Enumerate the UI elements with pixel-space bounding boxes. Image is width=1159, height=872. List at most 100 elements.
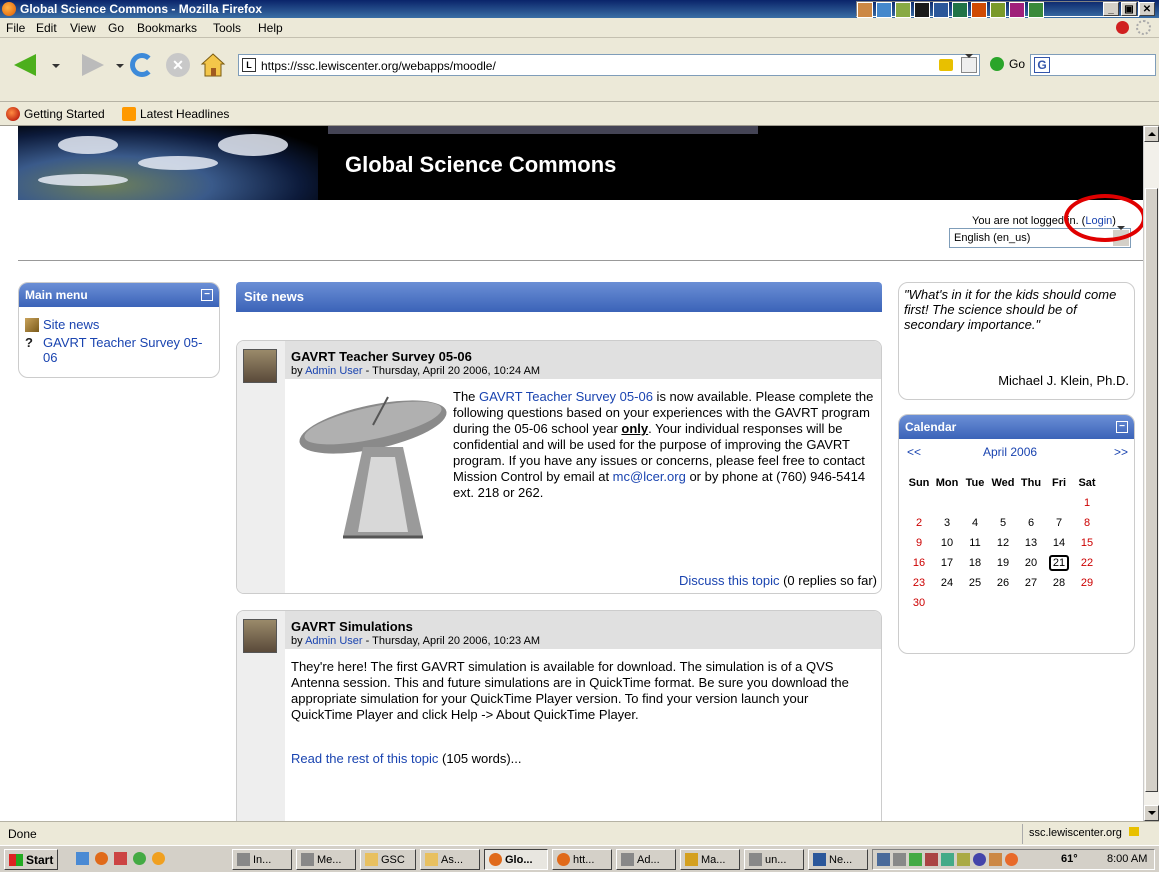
- tray-app-icon[interactable]: [973, 853, 986, 866]
- reload-icon[interactable]: [130, 53, 154, 77]
- network-icon[interactable]: [877, 853, 890, 866]
- prev-month-link[interactable]: <<: [907, 445, 921, 459]
- email-link[interactable]: mc@lcer.org: [613, 469, 686, 484]
- app-icon[interactable]: [895, 2, 911, 18]
- taskbar-button[interactable]: htt...: [552, 849, 612, 870]
- forward-dropdown-icon[interactable]: [116, 64, 124, 68]
- volume-icon[interactable]: [893, 853, 906, 866]
- menu-file[interactable]: File: [6, 21, 25, 35]
- menu-help[interactable]: Help: [258, 21, 283, 35]
- temperature-text[interactable]: 61°: [1061, 853, 1078, 865]
- author-link[interactable]: Admin User: [305, 365, 362, 377]
- forward-icon[interactable]: [82, 54, 104, 76]
- vertical-scrollbar[interactable]: [1143, 126, 1159, 821]
- tray-app-icon[interactable]: [989, 853, 1002, 866]
- next-month-link[interactable]: >>: [1114, 445, 1128, 459]
- read-more-link[interactable]: Read the rest of this topic: [291, 751, 438, 766]
- search-input[interactable]: G: [1030, 54, 1156, 76]
- month-link[interactable]: April 2006: [983, 445, 1037, 459]
- home-icon[interactable]: [200, 52, 226, 78]
- scroll-down-button[interactable]: [1144, 805, 1159, 821]
- calendar-day: 5: [989, 513, 1017, 533]
- calendar-day: 2: [905, 513, 933, 533]
- taskbar-button-active[interactable]: Glo...: [484, 849, 548, 870]
- start-button[interactable]: Start: [4, 849, 59, 870]
- app-icon[interactable]: [133, 852, 146, 865]
- minimize-button[interactable]: _: [1103, 2, 1119, 16]
- menu-item-label[interactable]: Site news: [43, 317, 99, 332]
- post-date: - Thursday, April 20 2006, 10:24 AM: [362, 365, 541, 377]
- app-icon[interactable]: [990, 2, 1006, 18]
- taskbar-button[interactable]: In...: [232, 849, 292, 870]
- read-more-line: Read the rest of this topic (105 words).…: [291, 751, 522, 766]
- menu-go[interactable]: Go: [108, 21, 124, 35]
- back-dropdown-icon[interactable]: [52, 64, 60, 68]
- taskbar-button[interactable]: Ne...: [808, 849, 868, 870]
- scroll-up-button[interactable]: [1144, 126, 1159, 142]
- menu-item-label[interactable]: GAVRT Teacher Survey 05-06: [43, 335, 203, 365]
- url-bar[interactable]: L https://ssc.lewiscenter.org/webapps/mo…: [238, 54, 980, 76]
- survey-link[interactable]: GAVRT Teacher Survey 05-06: [479, 389, 653, 404]
- collapse-icon[interactable]: −: [1116, 421, 1128, 433]
- tray-app-icon[interactable]: [941, 853, 954, 866]
- taskbar-button[interactable]: GSC: [360, 849, 416, 870]
- calendar-day-number: 12: [996, 537, 1010, 549]
- url-text[interactable]: https://ssc.lewiscenter.org/webapps/mood…: [261, 59, 496, 73]
- site-title: Global Science Commons: [345, 152, 617, 177]
- lock-icon[interactable]: [1129, 827, 1139, 836]
- app-icon[interactable]: [114, 852, 127, 865]
- powerpoint-icon[interactable]: [971, 2, 987, 18]
- back-icon[interactable]: [14, 54, 36, 76]
- taskbar-button[interactable]: As...: [420, 849, 480, 870]
- weekday-label: Sun: [908, 477, 930, 489]
- scroll-thumb[interactable]: [1145, 188, 1158, 792]
- firefox-icon: [557, 853, 570, 866]
- taskbar-button[interactable]: Ma...: [680, 849, 740, 870]
- app-icon[interactable]: [857, 2, 873, 18]
- menu-bookmarks[interactable]: Bookmarks: [137, 21, 197, 35]
- close-button[interactable]: ✕: [1139, 2, 1155, 16]
- clock[interactable]: 8:00 AM: [1107, 853, 1147, 865]
- collapse-icon[interactable]: −: [201, 289, 213, 301]
- app-icon[interactable]: [876, 2, 892, 18]
- calendar-day: 23: [905, 573, 933, 593]
- go-icon[interactable]: [990, 57, 1004, 71]
- bookmark-latest-headlines[interactable]: Latest Headlines: [122, 107, 229, 121]
- menu-view[interactable]: View: [70, 21, 96, 35]
- word-icon[interactable]: [933, 2, 949, 18]
- lock-icon[interactable]: [939, 59, 953, 71]
- app-icon[interactable]: [152, 852, 165, 865]
- app-icon[interactable]: [914, 2, 930, 18]
- stop-icon[interactable]: ✕: [166, 53, 190, 77]
- bookmark-getting-started[interactable]: Getting Started: [6, 107, 105, 121]
- weather-icon[interactable]: [1005, 853, 1018, 866]
- desktop-icon[interactable]: [76, 852, 89, 865]
- taskbar-button[interactable]: un...: [744, 849, 804, 870]
- calendar-day-number: 17: [940, 557, 954, 569]
- restore-button[interactable]: ▣: [1121, 2, 1137, 16]
- url-dropdown-button[interactable]: [961, 54, 977, 73]
- publisher-icon[interactable]: [1028, 2, 1044, 18]
- menu-item-teacher-survey[interactable]: ? GAVRT Teacher Survey 05-06: [25, 335, 215, 365]
- excel-icon[interactable]: [952, 2, 968, 18]
- calendar-week: 2 3 4 5 6 7 8: [905, 513, 1101, 533]
- taskbar-button[interactable]: Me...: [296, 849, 356, 870]
- menu-edit[interactable]: Edit: [36, 21, 57, 35]
- discuss-link[interactable]: Discuss this topic: [679, 573, 779, 588]
- taskbar-button[interactable]: Ad...: [616, 849, 676, 870]
- weekday-label: Wed: [991, 477, 1015, 489]
- tray-app-icon[interactable]: [957, 853, 970, 866]
- google-icon[interactable]: G: [1034, 57, 1050, 73]
- firefox-icon[interactable]: [95, 852, 108, 865]
- tray-app-icon[interactable]: [909, 853, 922, 866]
- calendar-day-number: 16: [912, 557, 926, 569]
- go-button[interactable]: Go: [1009, 57, 1025, 71]
- app-icon[interactable]: [1009, 2, 1025, 18]
- menu-tools[interactable]: Tools: [213, 21, 241, 35]
- tray-app-icon[interactable]: [925, 853, 938, 866]
- author-link[interactable]: Admin User: [305, 635, 362, 647]
- calendar-day-number: 26: [996, 577, 1010, 589]
- title-bar: Global Science Commons - Mozilla Firefox…: [0, 0, 1159, 18]
- app-icon: [301, 853, 314, 866]
- menu-item-site-news[interactable]: Site news: [25, 317, 99, 332]
